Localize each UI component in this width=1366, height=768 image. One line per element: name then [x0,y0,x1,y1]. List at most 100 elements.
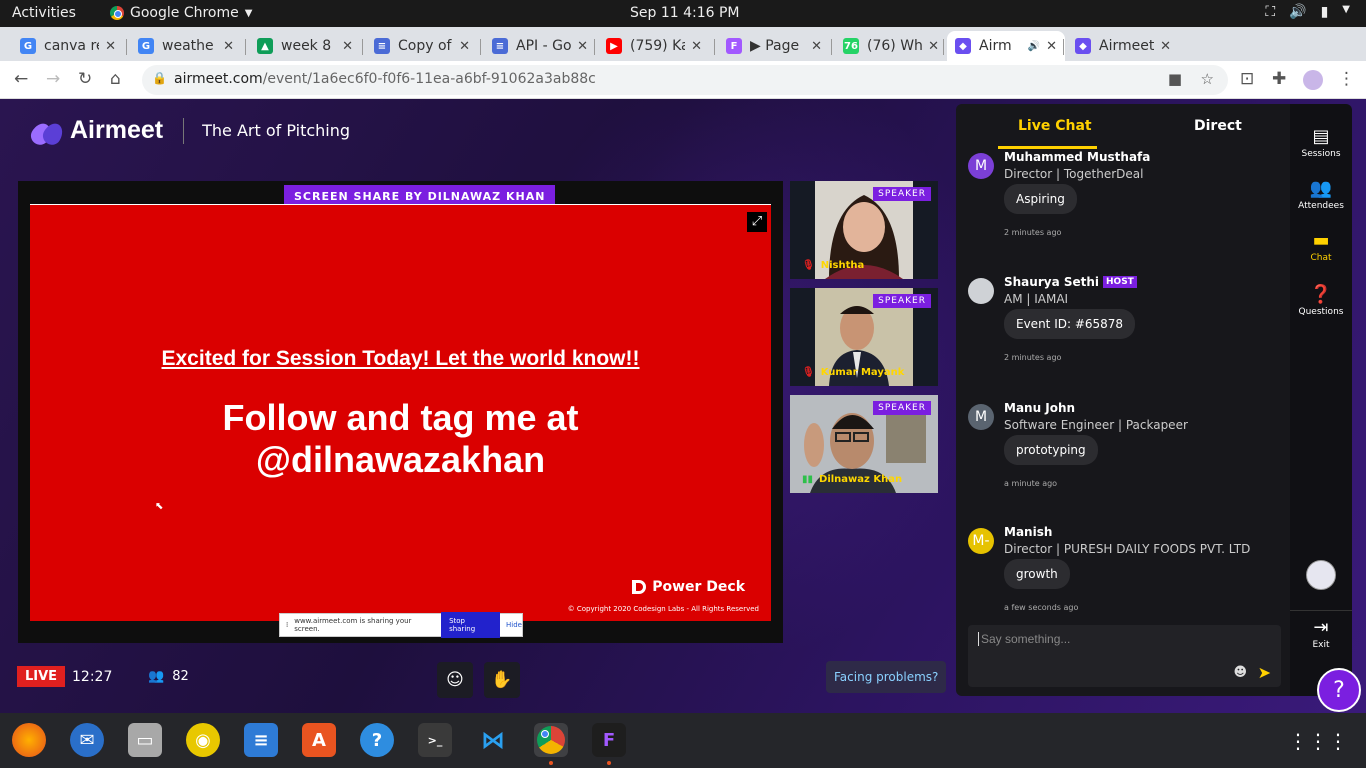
software-center-icon[interactable]: A [302,723,336,757]
camera-icon[interactable]: ■ [1168,70,1182,88]
browser-tab[interactable]: F ▶ Page ✕ [718,31,830,61]
close-tab-icon[interactable]: ✕ [577,39,588,54]
speaker-tag: SPEAKER [873,187,931,201]
tab-live-chat[interactable]: Live Chat [1018,118,1092,134]
send-icon[interactable]: ➤ [1258,663,1271,682]
tab-separator [714,39,715,55]
activities-button[interactable]: Activities [12,5,76,21]
speaker-tile[interactable]: SPEAKER 🎙 Kumar Mayank [790,288,938,386]
message-author[interactable]: Shaurya Sethi HOST [1004,275,1137,289]
chat-input[interactable] [978,632,1258,646]
app-menu[interactable]: Google Chrome ▼ [110,5,252,21]
close-tab-icon[interactable]: ✕ [105,39,116,54]
browser-tab[interactable]: ≡ API - Go ✕ [484,31,596,61]
more-menu-icon[interactable]: ⋮ [1338,69,1355,89]
browser-tab[interactable]: Gweathe ✕ [130,31,242,61]
sessions-button[interactable]: ▤ Sessions [1290,126,1352,159]
emoji-icon[interactable]: ☻ [1233,665,1247,680]
user-avatar[interactable] [1306,560,1336,590]
browser-tab[interactable]: ◆ Airm 🔊 ✕ [947,31,1065,61]
chat-label: Chat [1310,253,1332,263]
browser-tab[interactable]: ◆ Airmeet ✕ [1067,31,1179,61]
hide-notice-link[interactable]: Hide [506,621,522,629]
tab-direct[interactable]: Direct [1194,118,1242,134]
back-icon[interactable]: ← [14,69,28,89]
reload-icon[interactable]: ↻ [78,69,92,89]
help-button[interactable]: ? [1317,668,1361,712]
tab-audio-icon[interactable]: 🔊 [1028,41,1040,52]
raise-hand-button[interactable]: ✋ [484,662,520,698]
files-icon[interactable]: ▭ [128,723,162,757]
exit-button[interactable]: ⇥ Exit [1290,610,1352,650]
browser-tab[interactable]: 76 (76) Wh ✕ [835,31,947,61]
screenshot-extension-icon[interactable]: ⊡ [1240,69,1254,89]
thunderbird-icon[interactable]: ✉ [70,723,104,757]
emoji-reaction-button[interactable]: ☺ [437,662,473,698]
browser-tab[interactable]: ▶ (759) Ka ✕ [598,31,710,61]
facing-problems-button[interactable]: Facing problems? [826,661,947,693]
bookmark-star-icon[interactable]: ☆ [1201,70,1214,88]
close-tab-icon[interactable]: ✕ [928,39,939,54]
avatar[interactable]: M [968,404,994,430]
system-tray[interactable]: ⛶ 🔊 ▮ ▼ [1265,4,1350,20]
close-tab-icon[interactable]: ✕ [342,39,353,54]
avatar[interactable] [968,278,994,304]
author-role: Director | TogetherDeal [1004,167,1144,181]
writer-icon[interactable]: ≡ [244,723,278,757]
figma-icon[interactable]: F [592,723,626,765]
chat-button[interactable]: ▬ Chat [1290,230,1352,263]
rhythmbox-icon[interactable]: ◉ [186,723,220,757]
extensions-icon[interactable]: ✚ [1272,69,1286,89]
chrome-dock-icon[interactable] [534,723,568,765]
browser-tab[interactable]: Gcanva re ✕ [12,31,124,61]
firefox-icon[interactable] [12,723,46,757]
author-name: Manish [1004,525,1053,539]
clock[interactable]: Sep 11 4:16 PM [630,5,740,21]
url-path: /event/1a6ec6f0-f0f6-11ea-a6bf-91062a3ab… [262,71,596,87]
url-text[interactable]: airmeet.com/event/1a6ec6f0-f0f6-11ea-a6b… [174,71,596,87]
message-bubble: Event ID: #65878 [1004,309,1136,339]
avatar[interactable]: M [968,153,994,179]
close-tab-icon[interactable]: ✕ [223,39,234,54]
show-applications-icon[interactable]: ⋮⋮⋮ [1288,729,1348,753]
forward-icon[interactable]: → [46,69,60,89]
questions-label: Questions [1298,307,1344,317]
terminal-icon[interactable]: >_ [418,723,452,757]
mouse-cursor-icon: ⬉ [155,501,164,512]
message-author[interactable]: Muhammed Musthafa [1004,150,1150,164]
close-tab-icon[interactable]: ✕ [459,39,470,54]
tab-favicon-icon: ◆ [1075,38,1091,54]
lock-icon[interactable]: 🔒 [152,71,167,85]
close-tab-icon[interactable]: ✕ [1046,39,1057,54]
tab-title: canva re [44,38,100,54]
message-author[interactable]: Manish [1004,525,1052,539]
help-app-icon[interactable]: ? [360,723,394,757]
browser-tab[interactable]: ≡ Copy of ✕ [366,31,478,61]
address-bar[interactable]: 🔒 airmeet.com/event/1a6ec6f0-f0f6-11ea-a… [142,65,1228,95]
attendees-button[interactable]: 👥 Attendees [1290,178,1352,211]
brand-name: Airmeet [70,116,164,144]
browser-tab[interactable]: ▲ week 8 ✕ [249,31,361,61]
close-tab-icon[interactable]: ✕ [1160,39,1171,54]
author-name: Manu John [1004,401,1076,415]
fullscreen-icon[interactable]: ⤢ [747,212,767,232]
drag-handle-icon[interactable]: ⁞ [286,621,288,629]
tab-favicon-icon: F [726,38,742,54]
airmeet-page: Airmeet The Art of Pitching SCREEN SHARE… [0,99,1366,713]
vscode-icon[interactable]: ⋈ [476,723,510,757]
close-tab-icon[interactable]: ✕ [811,39,822,54]
questions-button[interactable]: ❓ Questions [1290,284,1352,317]
stop-sharing-button[interactable]: Stop sharing [441,612,501,638]
slide-body: Follow and tag me at @dilnawazakhan [30,397,771,481]
attendee-count[interactable]: 👥 82 [148,669,189,684]
speaker-tile[interactable]: SPEAKER ▮▮ Dilnawaz Khan [790,395,938,493]
profile-avatar[interactable] [1303,70,1323,90]
speaker-tile[interactable]: SPEAKER 🎙 Nishtha [790,181,938,279]
home-icon[interactable]: ⌂ [110,69,121,89]
tab-favicon-icon: ▲ [257,38,273,54]
author-role: AM | IAMAI [1004,292,1069,306]
message-author[interactable]: Manu John [1004,401,1075,415]
close-tab-icon[interactable]: ✕ [691,39,702,54]
divider [183,117,185,144]
avatar[interactable]: M- [968,528,994,554]
